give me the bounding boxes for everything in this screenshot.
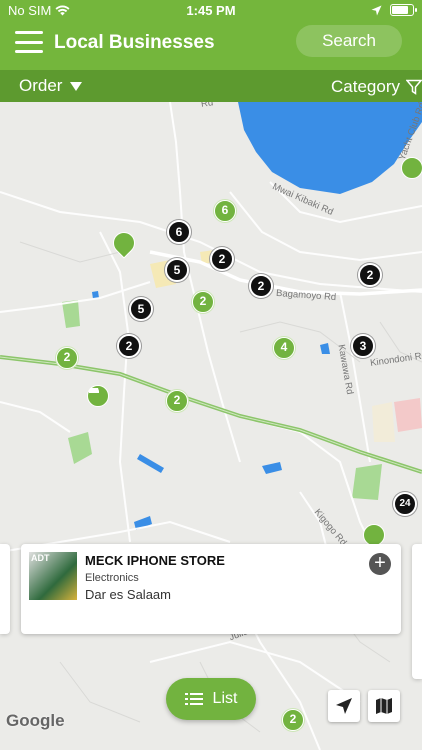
map-cluster[interactable]: 6 bbox=[167, 220, 191, 244]
map-cluster[interactable]: 2 bbox=[282, 709, 304, 731]
location-arrow-icon bbox=[371, 5, 382, 15]
truck-marker-icon[interactable] bbox=[363, 524, 385, 546]
page-title: Local Businesses bbox=[54, 32, 215, 53]
map-cluster[interactable]: 2 bbox=[192, 291, 214, 313]
app-header: Local Businesses Search bbox=[0, 22, 422, 70]
flower-marker-icon[interactable] bbox=[401, 157, 422, 179]
map-cluster[interactable]: 2 bbox=[166, 390, 188, 412]
map-cluster[interactable]: 2 bbox=[56, 347, 78, 369]
menu-icon[interactable] bbox=[15, 31, 43, 53]
map-cluster[interactable]: 2 bbox=[358, 263, 382, 287]
search-button[interactable]: Search bbox=[296, 25, 402, 57]
battery-icon bbox=[390, 4, 417, 16]
order-dropdown[interactable]: Order bbox=[19, 76, 83, 96]
thumbnail-text: ADT bbox=[31, 553, 50, 563]
list-view-button[interactable]: List bbox=[166, 678, 256, 720]
order-label: Order bbox=[19, 76, 63, 95]
map-cluster[interactable]: 6 bbox=[214, 200, 236, 222]
navigation-arrow-icon bbox=[336, 698, 352, 714]
business-thumbnail: ADT bbox=[29, 552, 77, 600]
my-location-button[interactable] bbox=[328, 690, 360, 722]
clock: 1:45 PM bbox=[186, 3, 236, 18]
map-type-button[interactable] bbox=[368, 690, 400, 722]
map-icon bbox=[376, 698, 392, 714]
add-icon[interactable]: + bbox=[369, 553, 391, 575]
next-card[interactable] bbox=[412, 544, 422, 679]
business-category: Electronics bbox=[85, 572, 139, 584]
map-cluster[interactable]: 2 bbox=[249, 274, 273, 298]
list-button-label: List bbox=[212, 690, 238, 707]
category-label: Category bbox=[331, 77, 400, 96]
previous-card[interactable] bbox=[0, 544, 10, 634]
map-view[interactable]: Rd lay Mwai Kibaki Rd Bagamoyo Rd Kinond… bbox=[0, 102, 422, 750]
map-cluster[interactable]: 5 bbox=[165, 258, 189, 282]
map-cluster[interactable]: 4 bbox=[273, 337, 295, 359]
google-attribution: Google bbox=[6, 711, 65, 730]
status-bar: No SIM 1:45 PM bbox=[0, 0, 422, 22]
filter-icon bbox=[406, 79, 422, 95]
category-filter[interactable]: Category bbox=[331, 77, 422, 97]
map-cluster[interactable]: 5 bbox=[129, 297, 153, 321]
business-name: MECK IPHONE STORE bbox=[85, 553, 225, 568]
business-location: Dar es Salaam bbox=[85, 587, 171, 602]
filter-bar: Order Category bbox=[0, 70, 422, 102]
business-card[interactable]: ADT MECK IPHONE STORE Electronics Dar es… bbox=[21, 544, 401, 634]
car-marker-icon[interactable] bbox=[87, 385, 109, 407]
list-icon bbox=[184, 693, 203, 705]
map-cluster[interactable]: 3 bbox=[351, 334, 375, 358]
caret-down-icon bbox=[70, 81, 83, 91]
map-cluster[interactable]: 24 bbox=[393, 492, 417, 516]
map-cluster[interactable]: 2 bbox=[210, 247, 234, 271]
map-canvas bbox=[0, 102, 422, 750]
map-cluster[interactable]: 2 bbox=[117, 334, 141, 358]
